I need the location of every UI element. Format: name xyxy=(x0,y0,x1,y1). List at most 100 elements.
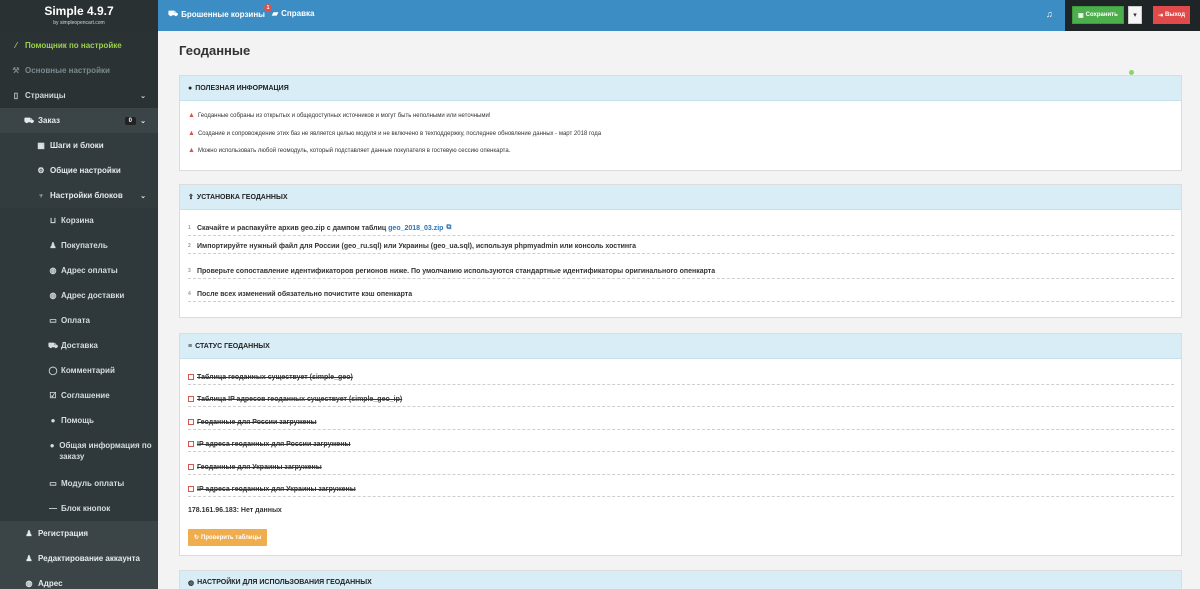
unchecked-icon xyxy=(188,441,194,447)
credit-card-icon: ▭ xyxy=(49,479,57,488)
sidebar-item-block-payment-module[interactable]: ▭ Модуль оплаты xyxy=(0,471,158,496)
book-icon: ▰ xyxy=(272,9,279,18)
sidebar-item-label: Оплата xyxy=(61,316,90,325)
sidebar-item-label: Адрес xyxy=(38,579,63,588)
usage-panel-heading: ◍ НАСТРОЙКИ ДЛЯ ИСПОЛЬЗОВАНИЯ ГЕОДАННЫХ xyxy=(180,571,1181,589)
save-button[interactable]: ▣ Сохранить xyxy=(1072,6,1124,24)
chevron-down-icon: ⌄ xyxy=(140,192,146,200)
sidebar-item-block-payment[interactable]: ▭ Оплата xyxy=(0,308,158,333)
sidebar-item-label: Доставка xyxy=(61,341,98,350)
truck-icon: ⛟ xyxy=(48,340,59,350)
sidebar-item-label: Соглашение xyxy=(61,391,110,400)
sidebar-item-block-settings[interactable]: ♆ Настройки блоков ⌄ xyxy=(0,183,158,208)
globe-icon: ◍ xyxy=(49,291,57,300)
sidebar-item-block-agreement[interactable]: ☑ Соглашение xyxy=(0,383,158,408)
status-panel-title: СТАТУС ГЕОДАННЫХ xyxy=(195,342,270,350)
sidebar-item-label: Адрес оплаты xyxy=(61,266,118,275)
status-panel: ≡ СТАТУС ГЕОДАННЫХ Таблица геоданных сущ… xyxy=(179,333,1182,556)
sidebar-item-setup-wizard[interactable]: ⁄ Помощник по настройке xyxy=(0,33,158,58)
sidebar-item-label: Комментарий xyxy=(61,366,115,375)
geo-archive-link[interactable]: geo_2018_03.zip xyxy=(388,225,443,232)
sidebar-item-label: Общие настройки xyxy=(50,166,121,175)
abandoned-carts-badge: 1 xyxy=(264,4,273,12)
install-panel: ⇪ УСТАНОВКА ГЕОДАННЫХ 1 Скачайте и распа… xyxy=(179,184,1182,318)
sidebar-item-label: Настройки блоков xyxy=(50,191,123,200)
sidebar-item-order[interactable]: ⛟ Заказ 0 ⌄ xyxy=(0,108,158,133)
sidebar-item-block-cart[interactable]: ⊔ Корзина xyxy=(0,208,158,233)
step-text: После всех изменений обязательно почисти… xyxy=(197,290,413,298)
sidebar-item-block-order-info[interactable]: ● Общая информация по заказу xyxy=(0,433,158,471)
warning-icon: ▲ xyxy=(188,130,195,137)
status-item: Геоданные для России загружены xyxy=(188,415,1174,430)
sidebar-item-edit-account[interactable]: ♟ Редактирование аккаунта xyxy=(0,546,158,571)
chevron-down-icon: ⌄ xyxy=(140,92,146,100)
cart-icon: ⛟ xyxy=(24,115,35,125)
globe-icon: ◍ xyxy=(25,579,33,588)
sidebar-item-label: Заказ xyxy=(38,116,60,125)
sidebar-item-general-settings[interactable]: ⚙ Общие настройки xyxy=(0,158,158,183)
brand-title: Simple 4.9.7 xyxy=(44,4,114,18)
topbar: ⛟ Брошенные корзины 1 ▰ Справка ♫ ▣ Сохр… xyxy=(158,0,1200,31)
info-line-text: Можно использовать любой геомодуль, кото… xyxy=(197,147,511,154)
sidebar-item-label: Модуль оплаты xyxy=(61,479,125,488)
sidebar-item-label: Редактирование аккаунта xyxy=(38,554,140,563)
globe-icon: ◍ xyxy=(188,579,195,587)
sidebar-item-block-customer[interactable]: ♟ Покупатель xyxy=(0,233,158,258)
bell-icon[interactable]: ♫ xyxy=(1046,9,1053,19)
step-number: 3 xyxy=(188,268,191,274)
credit-card-icon: ▭ xyxy=(49,316,57,325)
chevron-down-icon: ⌄ xyxy=(140,117,146,125)
sidebar-item-block-help[interactable]: ● Помощь xyxy=(0,408,158,433)
info-panel-heading: ● ПОЛЕЗНАЯ ИНФОРМАЦИЯ xyxy=(180,76,1181,101)
save-dropdown-button[interactable]: ▾ xyxy=(1128,6,1142,24)
help-label: Справка xyxy=(281,9,315,18)
help-link[interactable]: ▰ Справка xyxy=(272,9,314,18)
check-tables-button[interactable]: ↻ Проверить таблицы xyxy=(188,529,268,546)
sidebar-item-block-comment[interactable]: ◯ Комментарий xyxy=(0,358,158,383)
sidebar-item-registration[interactable]: ♟ Регистрация xyxy=(0,521,158,546)
step-number: 2 xyxy=(188,243,191,249)
install-panel-title: УСТАНОВКА ГЕОДАННЫХ xyxy=(196,193,288,201)
status-item: Таблица IP адресов геоданных существует … xyxy=(188,392,1174,407)
status-item: Геоданные для Украины загружены xyxy=(188,460,1174,475)
user-icon: ♟ xyxy=(49,241,57,250)
exit-button[interactable]: ⇥ Выход xyxy=(1153,6,1191,24)
sidebar-item-block-shipping-address[interactable]: ◍ Адрес доставки xyxy=(0,283,158,308)
sign-out-icon: ⇥ xyxy=(1158,12,1164,19)
basket-icon: ⊔ xyxy=(49,216,57,225)
sidebar-item-label: Шаги и блоки xyxy=(50,141,104,150)
sidebar-item-label: Помощь xyxy=(61,416,94,425)
magic-wand-icon: ⁄ xyxy=(15,41,17,50)
order-count-badge: 0 xyxy=(124,116,136,125)
sidebar-item-pages[interactable]: ▯ Страницы ⌄ xyxy=(0,83,158,108)
brand-subtitle: by simpleopencart.com xyxy=(53,20,105,26)
sidebar-item-label: Помощник по настройке xyxy=(25,41,122,50)
sidebar-item-label: Адрес доставки xyxy=(61,291,125,300)
usage-panel: ◍ НАСТРОЙКИ ДЛЯ ИСПОЛЬЗОВАНИЯ ГЕОДАННЫХ xyxy=(179,570,1182,589)
sidebar-item-steps[interactable]: ▦ Шаги и блоки xyxy=(0,133,158,158)
unchecked-icon xyxy=(188,374,194,380)
step-text: Проверьте сопоставление идентификаторов … xyxy=(197,267,716,275)
abandoned-carts-link[interactable]: ⛟ Брошенные корзины 1 xyxy=(168,4,273,19)
sidebar-item-address[interactable]: ◍ Адрес xyxy=(0,571,158,589)
step-text: Импортируйте нужный файл для России (geo… xyxy=(197,242,636,250)
brand[interactable]: Simple 4.9.7 by simpleopencart.com xyxy=(0,0,158,33)
sidebar-item-block-shipping[interactable]: ⛟ Доставка xyxy=(0,333,158,358)
sidebar-item-label: Страницы xyxy=(25,91,66,100)
unchecked-icon xyxy=(188,486,194,492)
warning-icon: ▲ xyxy=(188,112,195,119)
sidebar-item-block-payment-address[interactable]: ◍ Адрес оплаты xyxy=(0,258,158,283)
warning-icon: ▲ xyxy=(188,147,195,154)
info-icon: ● xyxy=(49,441,55,450)
info-line: ▲ Геоданные собраны из открытых и общедос… xyxy=(188,112,490,119)
step-number: 1 xyxy=(188,225,191,231)
unchecked-icon xyxy=(188,464,194,470)
upload-icon: ⇪ xyxy=(188,194,194,201)
sidebar-item-block-buttons[interactable]: — Блок кнопок xyxy=(0,496,158,521)
save-icon: ▣ xyxy=(1078,12,1084,19)
sidebar-item-main-settings[interactable]: ⚒ Основные настройки xyxy=(0,58,158,83)
page-title: Геоданные xyxy=(179,43,251,58)
info-panel-title: ПОЛЕЗНАЯ ИНФОРМАЦИЯ xyxy=(195,84,289,92)
sitemap-icon: ♆ xyxy=(38,191,44,200)
list-item: 2 Импортируйте нужный файл для России (g… xyxy=(188,239,1174,254)
